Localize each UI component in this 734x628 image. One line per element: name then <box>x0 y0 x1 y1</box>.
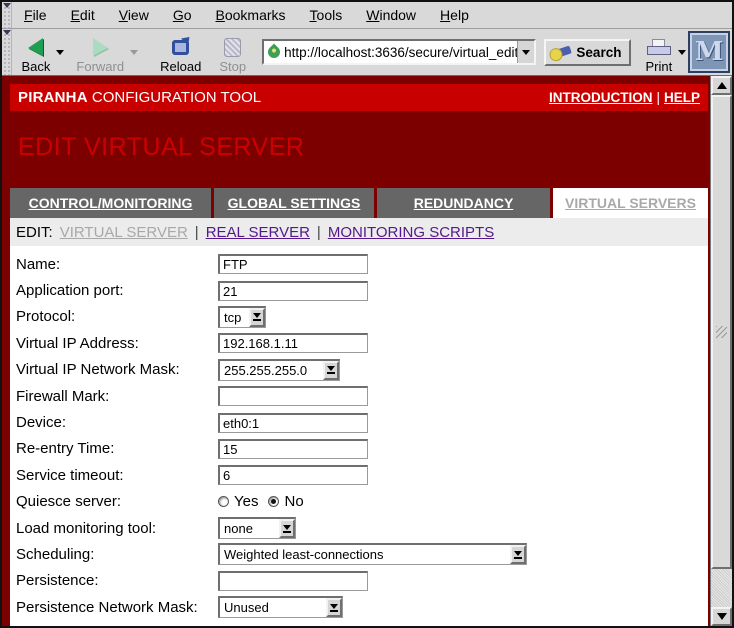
chevron-down-icon <box>326 598 342 617</box>
menu-window[interactable]: Window <box>354 7 428 23</box>
search-icon <box>554 46 573 59</box>
bookmark-page-icon[interactable] <box>266 44 283 61</box>
form-row-name: Name: <box>16 251 708 277</box>
url-bar <box>262 39 536 65</box>
name-field[interactable] <box>218 254 368 274</box>
subnav-link-real-server[interactable]: REAL SERVER <box>206 224 310 241</box>
url-history-dropdown[interactable] <box>517 41 534 63</box>
reentry-time-field[interactable] <box>218 439 368 459</box>
print-icon <box>647 39 671 55</box>
device-field[interactable] <box>218 413 368 433</box>
form-row-virtual-ip: Virtual IP Address: <box>16 330 708 356</box>
virtual-ip-mask-select[interactable]: 255.255.255.0 <box>218 359 340 381</box>
menu-tools[interactable]: Tools <box>298 7 355 23</box>
chevron-down-icon <box>249 308 265 327</box>
back-dropdown-icon[interactable] <box>56 50 64 55</box>
subnav-link-monitoring-scripts[interactable]: MONITORING SCRIPTS <box>328 224 494 241</box>
form-row-scheduling: Scheduling: Weighted least-connections <box>16 541 708 567</box>
back-button[interactable]: Back <box>18 30 55 74</box>
service-timeout-field[interactable] <box>218 465 368 485</box>
mozilla-logo[interactable]: M <box>688 31 730 73</box>
form-row-device: Device: <box>16 409 708 435</box>
navigation-toolbar: Back Forward Reload Stop Search <box>2 29 732 76</box>
menu-bar: File Edit View Go Bookmarks Tools Window… <box>2 2 732 29</box>
virtual-ip-field[interactable] <box>218 333 368 353</box>
browser-window: File Edit View Go Bookmarks Tools Window… <box>0 0 734 628</box>
back-icon <box>28 38 43 56</box>
vertical-scrollbar <box>710 76 732 626</box>
scrollbar-thumb[interactable] <box>711 95 732 569</box>
scrollbar-track[interactable] <box>711 569 732 607</box>
edit-subnav: EDIT: VIRTUAL SERVER | REAL SERVER | MON… <box>10 218 708 246</box>
menu-edit[interactable]: Edit <box>59 7 107 23</box>
arrow-up-icon <box>717 82 727 89</box>
menu-file[interactable]: File <box>12 7 59 23</box>
protocol-select[interactable]: tcp <box>218 306 266 328</box>
subnav-prefix: EDIT: <box>16 224 53 241</box>
header-links: INTRODUCTION|HELP <box>549 90 700 105</box>
tab-redundancy[interactable]: REDUNDANCY <box>377 188 550 218</box>
thumb-grip-icon <box>716 326 727 338</box>
load-monitoring-select[interactable]: none <box>218 517 296 539</box>
form-row-protocol: Protocol: tcp <box>16 304 708 330</box>
chevron-down-icon <box>323 361 339 380</box>
scroll-up-button[interactable] <box>711 76 732 95</box>
quiesce-yes-radio[interactable] <box>218 496 229 507</box>
introduction-link[interactable]: INTRODUCTION <box>549 90 653 105</box>
search-button[interactable]: Search <box>544 39 631 66</box>
form-row-quiesce-server: Quiesce server: Yes No <box>16 489 708 515</box>
reload-icon <box>172 40 189 55</box>
form-row-reentry-time: Re-entry Time: <box>16 436 708 462</box>
piranha-page: PIRANHA CONFIGURATION TOOL INTRODUCTION|… <box>2 76 710 626</box>
menu-bookmarks[interactable]: Bookmarks <box>204 7 298 23</box>
arrow-down-icon <box>717 613 727 620</box>
stop-button[interactable]: Stop <box>215 30 250 74</box>
form-row-application-port: Application port: <box>16 277 708 303</box>
form-row-persistence: Persistence: <box>16 568 708 594</box>
forward-button[interactable]: Forward <box>72 30 128 74</box>
brand-title: PIRANHA CONFIGURATION TOOL <box>18 89 261 106</box>
browser-content: PIRANHA CONFIGURATION TOOL INTRODUCTION|… <box>2 76 732 626</box>
persistence-mask-select[interactable]: Unused <box>218 596 343 618</box>
persistence-field[interactable] <box>218 571 368 591</box>
page-title: EDIT VIRTUAL SERVER <box>18 134 708 161</box>
scheduling-select[interactable]: Weighted least-connections <box>218 543 527 565</box>
menu-help[interactable]: Help <box>428 7 481 23</box>
brand-bar: PIRANHA CONFIGURATION TOOL INTRODUCTION|… <box>10 84 708 111</box>
forward-dropdown-icon[interactable] <box>130 50 138 55</box>
print-button[interactable]: Print <box>641 30 676 74</box>
virtual-server-form: Name: Application port: Protocol: tcp Vi… <box>10 246 708 626</box>
tab-global-settings[interactable]: GLOBAL SETTINGS <box>214 188 374 218</box>
chevron-down-icon <box>510 545 526 564</box>
help-link[interactable]: HELP <box>664 90 700 105</box>
forward-icon <box>93 38 108 56</box>
menu-view[interactable]: View <box>107 7 161 23</box>
chevron-down-icon <box>279 519 295 538</box>
tab-control-monitoring[interactable]: CONTROL/MONITORING <box>10 188 211 218</box>
url-input[interactable] <box>284 45 517 60</box>
menu-go[interactable]: Go <box>161 7 204 23</box>
application-port-field[interactable] <box>218 281 368 301</box>
form-row-persistence-mask: Persistence Network Mask: Unused <box>16 594 708 620</box>
scroll-down-button[interactable] <box>711 607 732 626</box>
chevron-down-icon <box>522 50 530 55</box>
form-row-virtual-ip-mask: Virtual IP Network Mask: 255.255.255.0 <box>16 357 708 383</box>
quiesce-radio-group: Yes No <box>218 493 314 510</box>
tab-bar: CONTROL/MONITORING GLOBAL SETTINGS REDUN… <box>10 188 708 218</box>
form-row-firewall-mark: Firewall Mark: <box>16 383 708 409</box>
quiesce-no-radio[interactable] <box>268 496 279 507</box>
tab-virtual-servers[interactable]: VIRTUAL SERVERS <box>553 188 708 218</box>
print-dropdown-icon[interactable] <box>678 50 686 55</box>
form-row-load-monitoring: Load monitoring tool: none <box>16 515 708 541</box>
toolbar-grippy[interactable] <box>2 29 12 75</box>
stop-icon <box>224 38 241 57</box>
form-row-service-timeout: Service timeout: <box>16 462 708 488</box>
subnav-current-virtual-server: VIRTUAL SERVER <box>60 224 188 241</box>
firewall-mark-field[interactable] <box>218 386 368 406</box>
reload-button[interactable]: Reload <box>156 30 205 74</box>
menubar-grippy[interactable] <box>2 2 12 28</box>
